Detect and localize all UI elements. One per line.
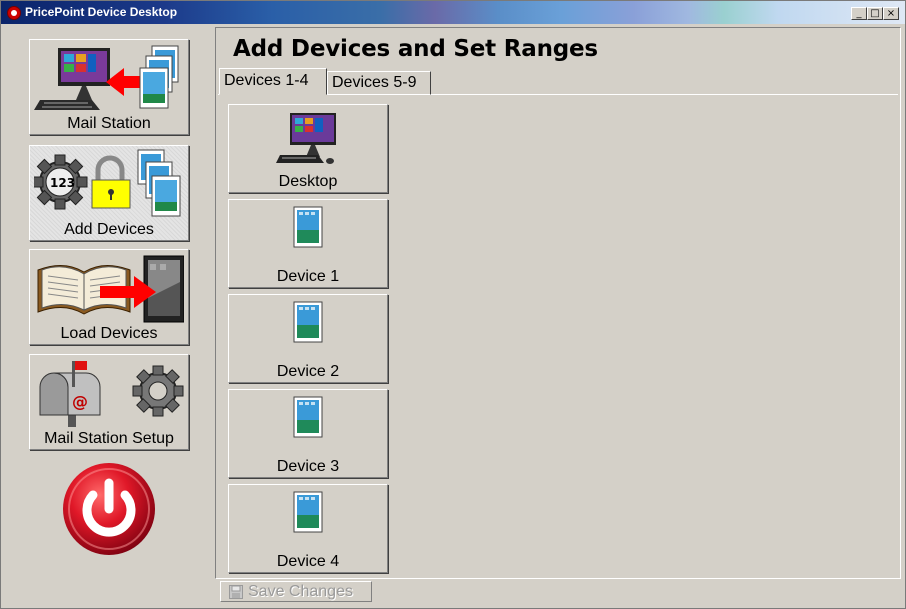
minimize-button[interactable]: _ [851, 7, 867, 20]
save-changes-label: Save Changes [248, 583, 353, 600]
tab-devices-1-4[interactable]: Devices 1-4 [219, 68, 327, 95]
sidebar-item-mail-station-setup[interactable]: @ Mail Station Setup [29, 354, 189, 450]
device-label: Device 3 [276, 458, 340, 475]
tab-devices-5-9[interactable]: Devices 5-9 [327, 71, 431, 95]
gear-lock-devices-icon: 123 [34, 149, 181, 217]
tablet-icon [293, 491, 323, 533]
device-label: Device 4 [276, 553, 340, 570]
sidebar-item-label: Add Devices [64, 221, 154, 238]
sidebar: Mail Station 123 Add Devices Load Device… [7, 27, 209, 601]
device-label: Desktop [278, 173, 338, 190]
sidebar-item-add-devices[interactable]: 123 Add Devices [29, 145, 189, 241]
title-bar[interactable]: PricePoint Device Desktop _ □ × [1, 1, 905, 24]
tablet-icon [293, 206, 323, 248]
svg-text:@: @ [72, 392, 88, 411]
device-button-device-4[interactable]: Device 4 [228, 484, 388, 573]
sidebar-item-mail-station[interactable]: Mail Station [29, 39, 189, 135]
sidebar-item-label: Mail Station [67, 115, 151, 132]
tablet-icon [293, 396, 323, 438]
sidebar-item-load-devices[interactable]: Load Devices [29, 249, 189, 345]
maximize-button[interactable]: □ [867, 7, 883, 20]
sidebar-item-label: Mail Station Setup [44, 430, 174, 447]
device-button-device-2[interactable]: Device 2 [228, 294, 388, 383]
sidebar-item-label: Load Devices [60, 325, 158, 342]
desktop-transfer-icon [34, 45, 179, 110]
svg-text:123: 123 [50, 176, 75, 190]
mailbox-gear-icon: @ [39, 361, 184, 427]
close-button[interactable]: × [883, 7, 899, 20]
window-title: PricePoint Device Desktop [25, 5, 178, 19]
tablet-icon [293, 301, 323, 343]
power-icon[interactable] [61, 461, 157, 557]
floppy-disk-icon [229, 585, 243, 599]
app-window: PricePoint Device Desktop _ □ × Mail Sta… [0, 0, 906, 609]
main-panel: Add Devices and Set Ranges Devices 1-4 D… [215, 27, 901, 579]
device-button-device-3[interactable]: Device 3 [228, 389, 388, 478]
device-button-desktop[interactable]: Desktop [228, 104, 388, 193]
book-to-device-icon [37, 255, 184, 323]
device-label: Device 2 [276, 363, 340, 380]
tab-strip: Devices 1-4 Devices 5-9 [218, 68, 898, 95]
save-changes-button[interactable]: Save Changes [220, 581, 372, 602]
desktop-computer-icon [276, 113, 336, 164]
device-button-device-1[interactable]: Device 1 [228, 199, 388, 288]
app-icon[interactable] [7, 6, 21, 20]
page-title: Add Devices and Set Ranges [233, 36, 598, 62]
device-label: Device 1 [276, 268, 340, 285]
